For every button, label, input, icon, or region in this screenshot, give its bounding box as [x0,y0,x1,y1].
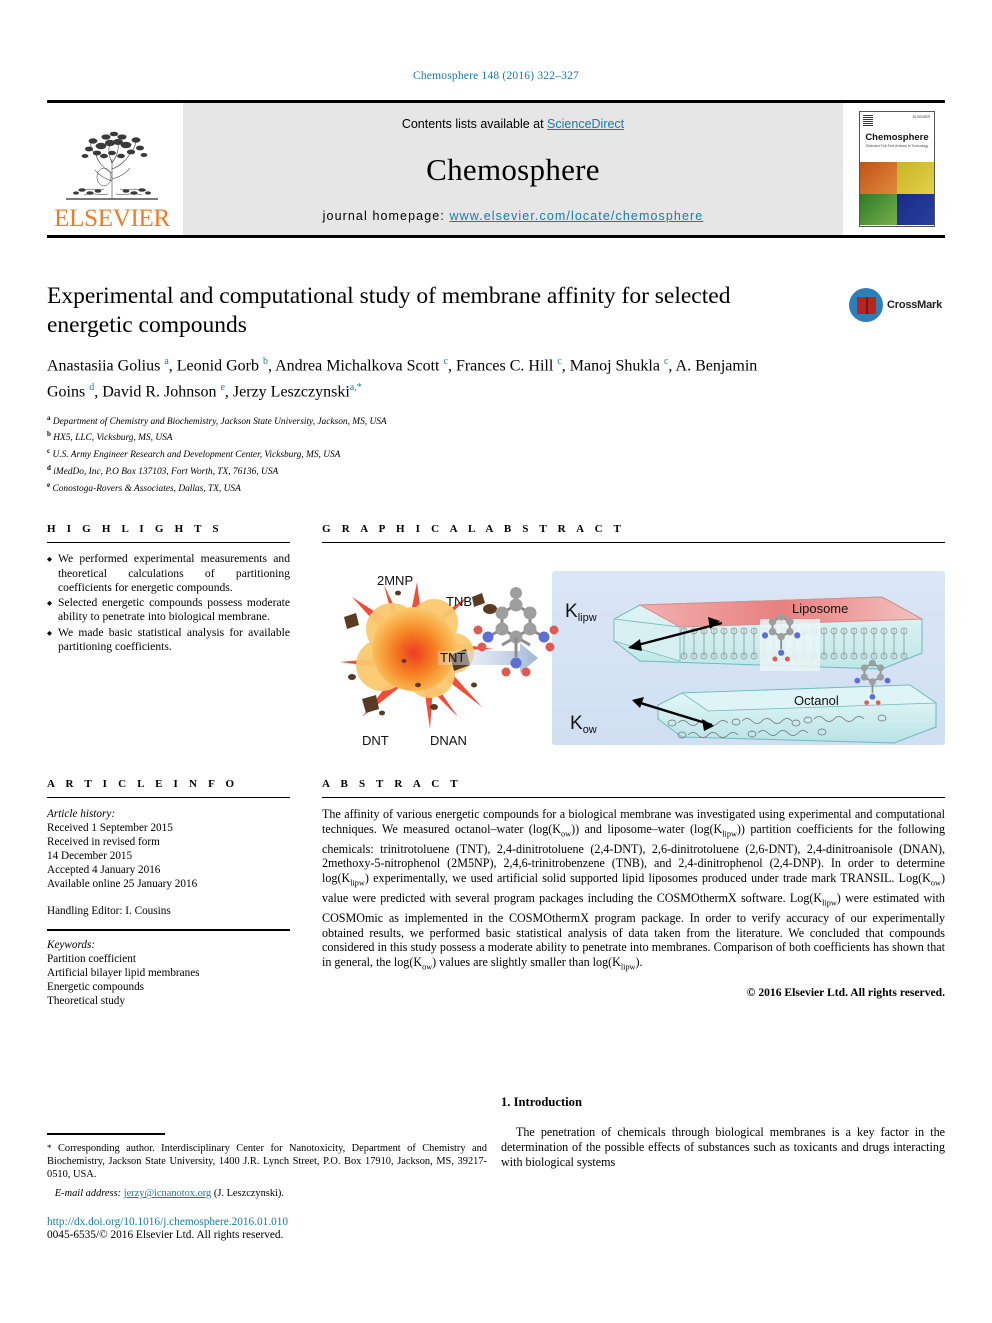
abstract-copyright: © 2016 Elsevier Ltd. All rights reserved… [746,985,945,999]
author-list: Anastasiia Golius a, Leonid Gorb b, Andr… [47,356,758,401]
keyword-item: Energetic compounds [47,980,145,993]
ga-label-octanol: Octanol [794,693,839,708]
affiliation-e: e Conostoga-Rovers & Associates, Dallas,… [47,480,241,494]
history-online: Available online 25 January 2016 [47,878,198,891]
masthead-center: Contents lists available at ScienceDirec… [183,103,843,235]
ga-label-2mnp: 2MNP [377,573,413,588]
contents-prefix: Contents lists available at [401,117,548,131]
article-info-heading: A R T I C L E I N F O [47,778,239,790]
handling-editor: Handling Editor: I. Cousins [47,905,171,918]
journal-cover-thumbnail: ELSEVIER Chemosphere Selected Full-Text … [849,103,945,235]
introduction-paragraph: The penetration of chemicals through bio… [501,1125,945,1169]
ga-label-liposome: Liposome [792,601,848,616]
history-accepted: Accepted 4 January 2016 [47,864,161,877]
graphical-abstract-figure: 2MNP TNB DNT DNAN TNT Liposome Octanol K… [322,557,945,757]
journal-masthead: ELSEVIER Contents lists available at Sci… [47,100,945,238]
history-revised: Received in revised form [47,836,160,849]
liposome-vessel: Liposome [613,596,924,672]
highlights-list: We performed experimental measurements a… [47,552,290,654]
affiliation-c: c U.S. Army Engineer Research and Develo… [47,447,341,461]
article-history: Article history: Received 1 September 20… [47,807,290,1007]
journal-title: Chemosphere [426,152,600,187]
introduction-heading: 1. Introduction [501,1095,582,1109]
article-history-label: Article history: [47,808,116,821]
highlights-section: H I G H L I G H T S We performed experim… [47,523,290,655]
email-line: E-mail address: jerzy@icnanotox.org (J. … [47,1188,487,1199]
ga-label-tnt: TNT [440,650,465,665]
cover-photo-grid [860,162,934,225]
sciencedirect-link[interactable]: ScienceDirect [547,117,624,131]
highlights-rule [47,542,290,544]
keyword-item: Partition coefficient [47,952,136,965]
article-info-rule [47,797,290,799]
journal-article-page: Chemosphere 148 (2016) 322–327 ELSEVIER … [0,0,992,1323]
abstract-section: A B S T R A C T The affinity of various … [322,778,945,999]
page-title: Experimental and computational study of … [47,283,731,338]
abstract-heading: A B S T R A C T [322,778,462,790]
running-head: Chemosphere 148 (2016) 322–327 [412,70,580,82]
affiliation-b: b HX5, LLC, Vicksburg, MS, USA [47,430,173,444]
masthead-bottom-rule [47,235,945,238]
title-block: Experimental and computational study of … [47,282,777,495]
affiliation-list: a Department of Chemistry and Biochemist… [47,412,777,496]
cover-brand: ELSEVIER [912,115,930,119]
cover-barcode-icon [863,115,873,127]
cover-journal-subtitle: Selected Full-Text Articles in Toxicolog… [865,144,929,148]
elsevier-wordmark: ELSEVIER [54,205,170,232]
email-owner: (J. Leszczynski). [213,1188,284,1200]
highlights-heading: H I G H L I G H T S [47,523,223,535]
history-revised-date: 14 December 2015 [47,850,133,863]
cover-journal-title: Chemosphere [865,132,929,143]
keyword-item: Theoretical study [47,994,125,1007]
email-label: E-mail address: [54,1188,122,1200]
ga-label-tnb: TNB [446,594,472,609]
doi-link[interactable]: http://dx.doi.org/10.1016/j.chemosphere.… [47,1216,487,1228]
contents-line: Contents lists available at ScienceDirec… [402,117,624,131]
list-item: We performed experimental measurements a… [47,552,290,595]
elsevier-tree-icon [66,131,158,200]
article-info-section: A R T I C L E I N F O Article history: R… [47,778,290,1008]
journal-homepage-link[interactable]: www.elsevier.com/locate/chemosphere [449,209,703,223]
keyword-item: Artificial bilayer lipid membranes [47,966,200,979]
history-received: Received 1 September 2015 [47,822,173,835]
affiliation-d: d iMedDo, Inc, P.O Box 137103, Fort Wort… [47,463,279,477]
ga-label-dnt: DNT [362,733,389,748]
affiliation-a: a Department of Chemistry and Biochemist… [47,413,387,427]
keywords-label: Keywords: [47,938,96,951]
crossmark-label: CrossMark [887,299,943,311]
graphical-abstract-rule [322,542,945,544]
elsevier-logo: ELSEVIER [47,103,177,235]
graphical-abstract-section: G R A P H I C A L A B S T R A C T 2MNP T… [322,523,945,757]
crossmark-icon [849,288,883,322]
graphical-abstract-svg: 2MNP TNB DNT DNAN TNT Liposome Octanol K… [340,571,945,748]
keywords-rule [47,929,290,931]
graphical-abstract-heading: G R A P H I C A L A B S T R A C T [322,523,626,535]
corresponding-author-note: * Corresponding author. Interdisciplinar… [47,1142,487,1180]
abstract-rule [322,797,945,799]
list-item: We made basic statistical analysis for a… [47,626,290,655]
list-item: Selected energetic compounds possess mod… [47,596,290,625]
footnote-rule [47,1133,165,1135]
introduction-section: 1. Introduction The penetration of chemi… [501,1095,945,1169]
ga-label-dnan: DNAN [430,733,467,748]
footnote-block: * Corresponding author. Interdisciplinar… [47,1133,487,1241]
abstract-text: The affinity of various energetic compou… [322,807,945,972]
email-link[interactable]: jerzy@icnanotox.org [124,1188,212,1199]
issn-copyright: 0045-6535/© 2016 Elsevier Ltd. All right… [47,1229,284,1242]
journal-homepage-line: journal homepage: www.elsevier.com/locat… [323,209,704,223]
homepage-prefix: journal homepage: [322,209,450,223]
crossmark-badge[interactable]: CrossMark [849,288,942,322]
